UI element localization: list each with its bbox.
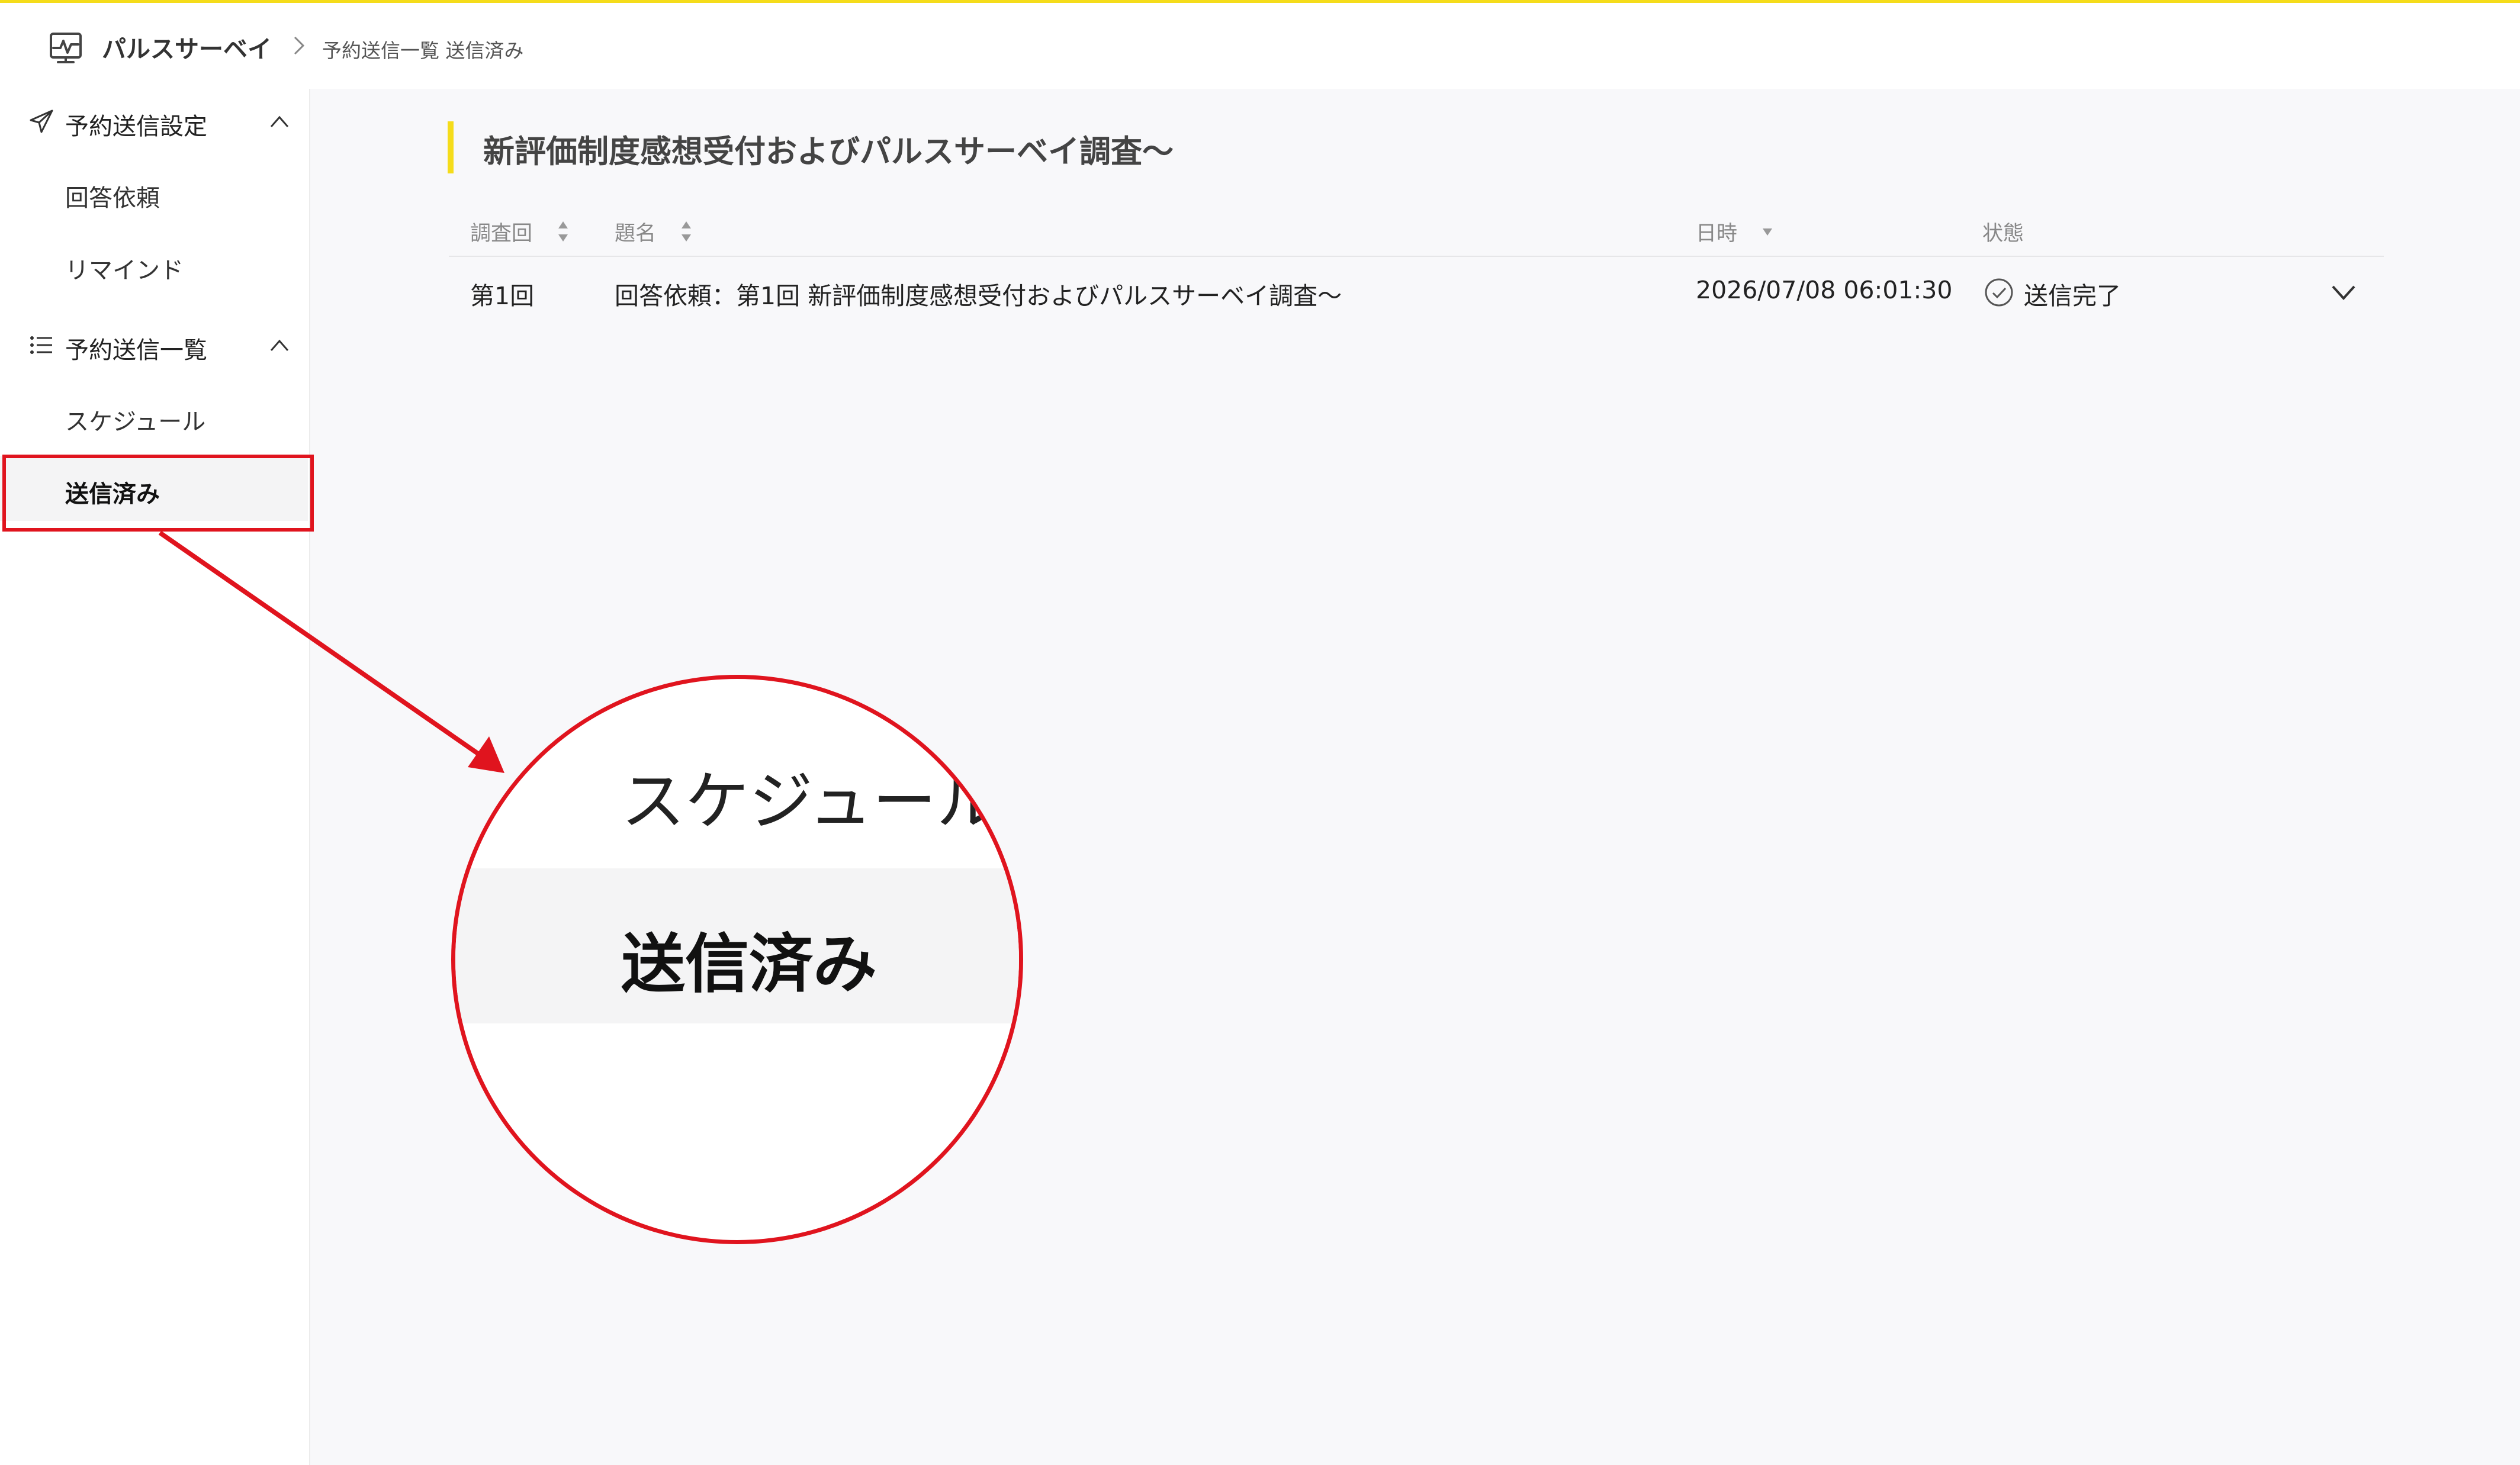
column-header-datetime[interactable]: 日時 (1696, 217, 1737, 247)
chevron-up-icon[interactable] (268, 335, 291, 355)
check-circle-icon (1985, 278, 2013, 307)
pulse-survey-app-icon[interactable] (45, 25, 86, 67)
sort-desc-icon[interactable] (1760, 218, 1775, 245)
cell-subject: 回答依頼：第1回 新評価制度感想受付およびパルスサーベイ調査〜 (615, 282, 1342, 310)
paper-plane-icon (30, 110, 53, 133)
breadcrumb-current: 予約送信一覧 送信済み (322, 39, 524, 62)
column-header-subject[interactable]: 題名 (615, 217, 656, 247)
annotation-magnifier: スケジュール 送信済み (451, 675, 1023, 1244)
column-header-round[interactable]: 調査回 (470, 217, 532, 247)
sidebar-group-reservation-list[interactable]: 予約送信一覧 (0, 313, 308, 378)
magnified-sent-label: 送信済み (621, 928, 877, 1002)
sort-icon[interactable] (679, 218, 694, 245)
top-header: パルスサーベイ 予約送信一覧 送信済み (0, 0, 2520, 89)
app-window: パルスサーベイ 予約送信一覧 送信済み 予約送信設定 回答依頼 リマインド 予約… (0, 0, 2520, 1465)
sidebar-group-label: 予約送信一覧 (65, 337, 207, 364)
sidebar-item-label: リマインド (65, 257, 184, 284)
sidebar-group-label: 予約送信設定 (65, 113, 207, 140)
breadcrumb-chevron-right-icon (294, 36, 305, 55)
title-accent-bar (448, 121, 454, 173)
chevron-up-icon[interactable] (268, 111, 291, 131)
cell-round: 第1回 (470, 282, 535, 310)
sort-icon[interactable] (555, 218, 571, 245)
table-header-divider (449, 256, 2384, 257)
magnified-schedule-label: スケジュール (621, 765, 1001, 839)
sidebar-item-schedule[interactable]: スケジュール (0, 384, 308, 449)
sidebar: 予約送信設定 回答依頼 リマインド 予約送信一覧 スケジュール 送信済み (0, 89, 310, 1465)
list-icon (30, 336, 52, 354)
app-name-link[interactable]: パルスサーベイ (102, 29, 272, 65)
sidebar-item-label: 回答依頼 (65, 185, 160, 212)
chevron-down-icon[interactable] (2329, 282, 2358, 303)
page-title: 新評価制度感想受付およびパルスサーベイ調査〜 (483, 134, 1174, 170)
annotation-highlight-box (2, 455, 314, 532)
sidebar-item-label: スケジュール (65, 408, 206, 436)
sidebar-group-reservation-settings[interactable]: 予約送信設定 (0, 89, 308, 154)
column-header-status: 状態 (1982, 222, 2024, 246)
sidebar-item-answer-request[interactable]: 回答依頼 (0, 160, 308, 225)
cell-datetime: 2026/07/08 06:01:30 (1696, 276, 1953, 304)
sidebar-item-remind[interactable]: リマインド (0, 232, 308, 297)
cell-status: 送信完了 (2024, 282, 2121, 310)
